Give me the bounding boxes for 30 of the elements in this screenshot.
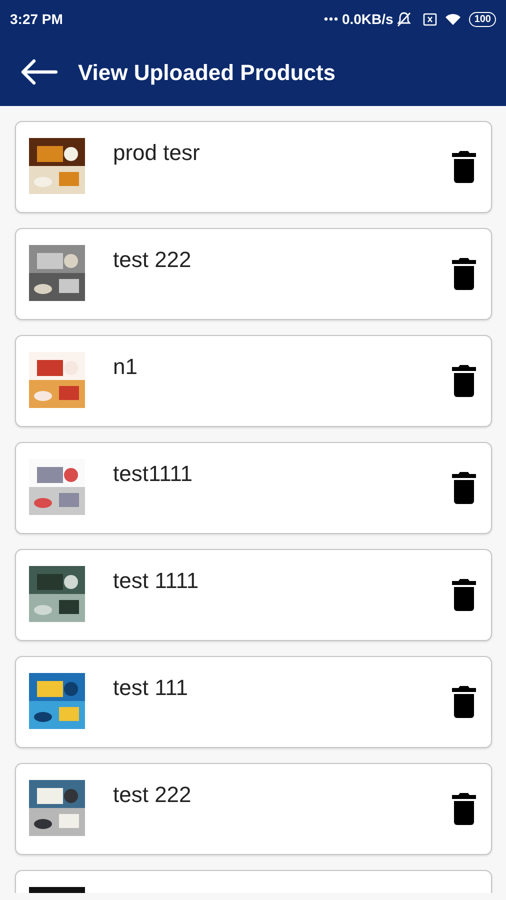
wifi-icon (445, 12, 462, 26)
delete-button[interactable] (451, 792, 477, 826)
product-name: test 1111 (113, 570, 199, 592)
product-name: test 222 (113, 249, 192, 271)
product-card[interactable]: prod tesr (15, 121, 492, 213)
delete-button[interactable] (451, 364, 477, 398)
delete-button[interactable] (451, 578, 477, 612)
product-name: test 111 (113, 677, 188, 699)
delete-button[interactable] (451, 685, 477, 719)
product-card[interactable]: test 222 (15, 228, 492, 320)
product-card[interactable]: test 222 (15, 763, 492, 855)
product-card[interactable]: test1111 (15, 442, 492, 534)
product-name: test 222 (113, 784, 192, 806)
delete-button[interactable] (451, 150, 477, 184)
delete-button[interactable] (451, 471, 477, 505)
screen-title: View Uploaded Products (78, 58, 336, 87)
sim-icon (423, 12, 438, 26)
product-name: test1111 (113, 463, 193, 485)
product-card[interactable]: test 111 (15, 656, 492, 748)
more-icon (324, 17, 338, 21)
product-name: n1 (113, 356, 138, 378)
product-card[interactable]: n1 (15, 335, 492, 427)
back-button[interactable] (20, 59, 58, 85)
product-name: prod tesr (113, 142, 200, 164)
product-card[interactable]: test 1111 (15, 549, 492, 641)
battery-indicator: 100 (469, 12, 496, 26)
network-speed: 0.0KB/s (342, 10, 394, 28)
delete-button[interactable] (451, 257, 477, 291)
status-time: 3:27 PM (10, 10, 63, 28)
bell-off-icon (397, 12, 412, 26)
